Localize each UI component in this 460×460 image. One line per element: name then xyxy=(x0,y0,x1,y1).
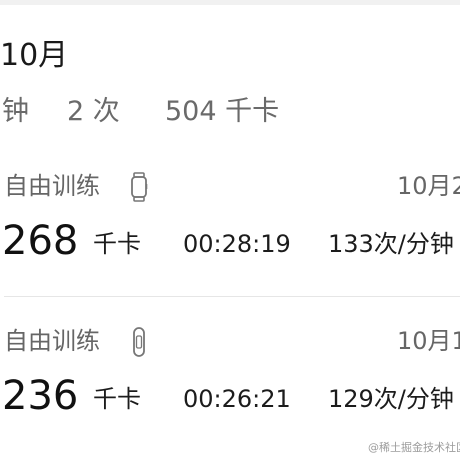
average-heart-rate: 129次/分钟 xyxy=(328,385,454,413)
workout-record[interactable]: 自由训练 10月2 268 千卡 00:28:19 133次/分钟 xyxy=(0,165,460,277)
workout-date: 10月2 xyxy=(397,172,460,200)
calories-unit: 千卡 xyxy=(93,385,141,413)
watch-icon xyxy=(131,172,148,202)
workout-duration: 00:26:21 xyxy=(183,385,291,413)
workout-duration: 00:28:19 xyxy=(183,230,291,258)
calories-value: 268 xyxy=(2,218,79,264)
workout-type-label: 自由训练 xyxy=(4,172,100,200)
record-divider xyxy=(4,296,460,297)
workout-type-label: 自由训练 xyxy=(4,327,100,355)
top-edge-strip xyxy=(0,0,460,5)
summary-duration-unit: 钟 xyxy=(2,96,29,127)
average-heart-rate: 133次/分钟 xyxy=(328,230,454,258)
workout-record[interactable]: 自由训练 10月1 236 千卡 00:26:21 129次/分钟 xyxy=(0,320,460,432)
calories-value: 236 xyxy=(2,373,79,419)
watermark: @稀土掘金技术社区 xyxy=(368,441,460,454)
summary-total-calories: 504 千卡 xyxy=(165,96,280,127)
workout-history-screen: 10月 钟 2 次 504 千卡 自由训练 10月2 268 千卡 00:28:… xyxy=(0,0,460,460)
summary-session-count: 2 次 xyxy=(67,96,120,127)
calories-unit: 千卡 xyxy=(93,230,141,258)
month-title: 10月 xyxy=(0,38,69,73)
workout-date: 10月1 xyxy=(397,327,460,355)
band-icon xyxy=(133,327,145,357)
